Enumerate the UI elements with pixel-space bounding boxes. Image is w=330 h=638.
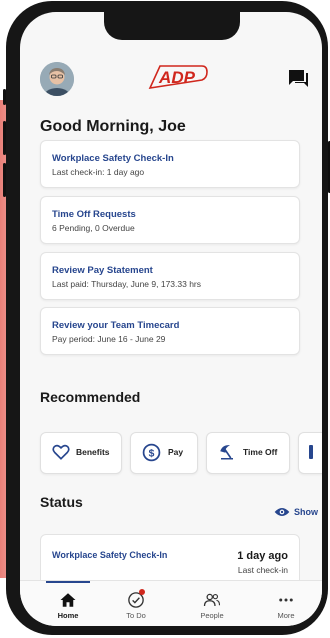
tab-home[interactable]: Home bbox=[38, 581, 98, 626]
phone-frame: ADP Good Morning, Joe Workplace Safety C… bbox=[3, 1, 330, 635]
card-subtitle: Pay period: June 16 - June 29 bbox=[52, 334, 166, 344]
avatar[interactable] bbox=[40, 62, 74, 96]
card-title: Workplace Safety Check-In bbox=[52, 153, 174, 164]
home-icon bbox=[60, 593, 76, 607]
tab-to-do[interactable]: To Do bbox=[106, 581, 166, 626]
recommended-heading: Recommended bbox=[40, 389, 141, 405]
partial-icon bbox=[309, 445, 313, 459]
status-heading: Status bbox=[40, 494, 83, 510]
phone-notch bbox=[104, 12, 240, 40]
svg-text:$: $ bbox=[149, 448, 155, 459]
mute-switch bbox=[3, 89, 6, 105]
tab-label: More bbox=[277, 611, 295, 620]
tab-label: Home bbox=[57, 611, 79, 620]
tab-more[interactable]: More bbox=[256, 581, 316, 626]
status-card-title: Workplace Safety Check-In bbox=[52, 550, 168, 560]
dollar-icon: $ bbox=[142, 443, 161, 462]
card-title: Review Pay Statement bbox=[52, 265, 153, 276]
card-safety-check-in[interactable]: Workplace Safety Check-In Last check-in:… bbox=[40, 140, 300, 188]
svg-text:ADP: ADP bbox=[158, 68, 196, 87]
status-card-value: 1 day ago bbox=[237, 550, 288, 562]
card-subtitle: Last paid: Thursday, June 9, 173.33 hrs bbox=[52, 279, 202, 289]
recommended-pay[interactable]: $ Pay bbox=[130, 432, 198, 474]
card-pay-statement[interactable]: Review Pay Statement Last paid: Thursday… bbox=[40, 252, 300, 300]
volume-up-button bbox=[3, 121, 6, 155]
recommended-next-partial[interactable] bbox=[298, 432, 322, 474]
recommended-label: Benefits bbox=[76, 447, 110, 457]
card-subtitle: Last check-in: 1 day ago bbox=[52, 167, 145, 177]
notification-dot bbox=[139, 589, 145, 595]
heart-icon bbox=[52, 444, 70, 460]
recommended-benefits[interactable]: Benefits bbox=[40, 432, 122, 474]
tab-label: To Do bbox=[126, 611, 146, 620]
card-title: Review your Team Timecard bbox=[52, 320, 180, 331]
people-icon bbox=[203, 593, 221, 607]
card-time-off-requests[interactable]: Time Off Requests 6 Pending, 0 Overdue bbox=[40, 196, 300, 244]
app-screen: ADP Good Morning, Joe Workplace Safety C… bbox=[20, 12, 322, 626]
recommended-label: Pay bbox=[168, 447, 184, 457]
more-dots-icon bbox=[279, 598, 293, 602]
status-card-label: Last check-in bbox=[237, 565, 288, 575]
show-button[interactable]: Show bbox=[294, 507, 318, 517]
tab-people[interactable]: People bbox=[182, 581, 242, 626]
tab-label: People bbox=[200, 611, 224, 620]
beach-umbrella-icon bbox=[220, 445, 233, 460]
chat-icon[interactable] bbox=[287, 68, 309, 88]
bottom-tab-bar: Home To Do People More bbox=[20, 580, 322, 626]
card-team-timecard[interactable]: Review your Team Timecard Pay period: Ju… bbox=[40, 307, 300, 355]
recommended-time-off[interactable]: Time Off bbox=[206, 432, 290, 474]
recommended-label: Time Off bbox=[243, 447, 278, 457]
eye-icon[interactable] bbox=[274, 506, 290, 518]
greeting: Good Morning, Joe bbox=[40, 118, 186, 135]
card-subtitle: 6 Pending, 0 Overdue bbox=[52, 223, 135, 233]
card-title: Time Off Requests bbox=[52, 209, 136, 220]
adp-logo: ADP bbox=[146, 64, 208, 90]
volume-down-button bbox=[3, 163, 6, 197]
